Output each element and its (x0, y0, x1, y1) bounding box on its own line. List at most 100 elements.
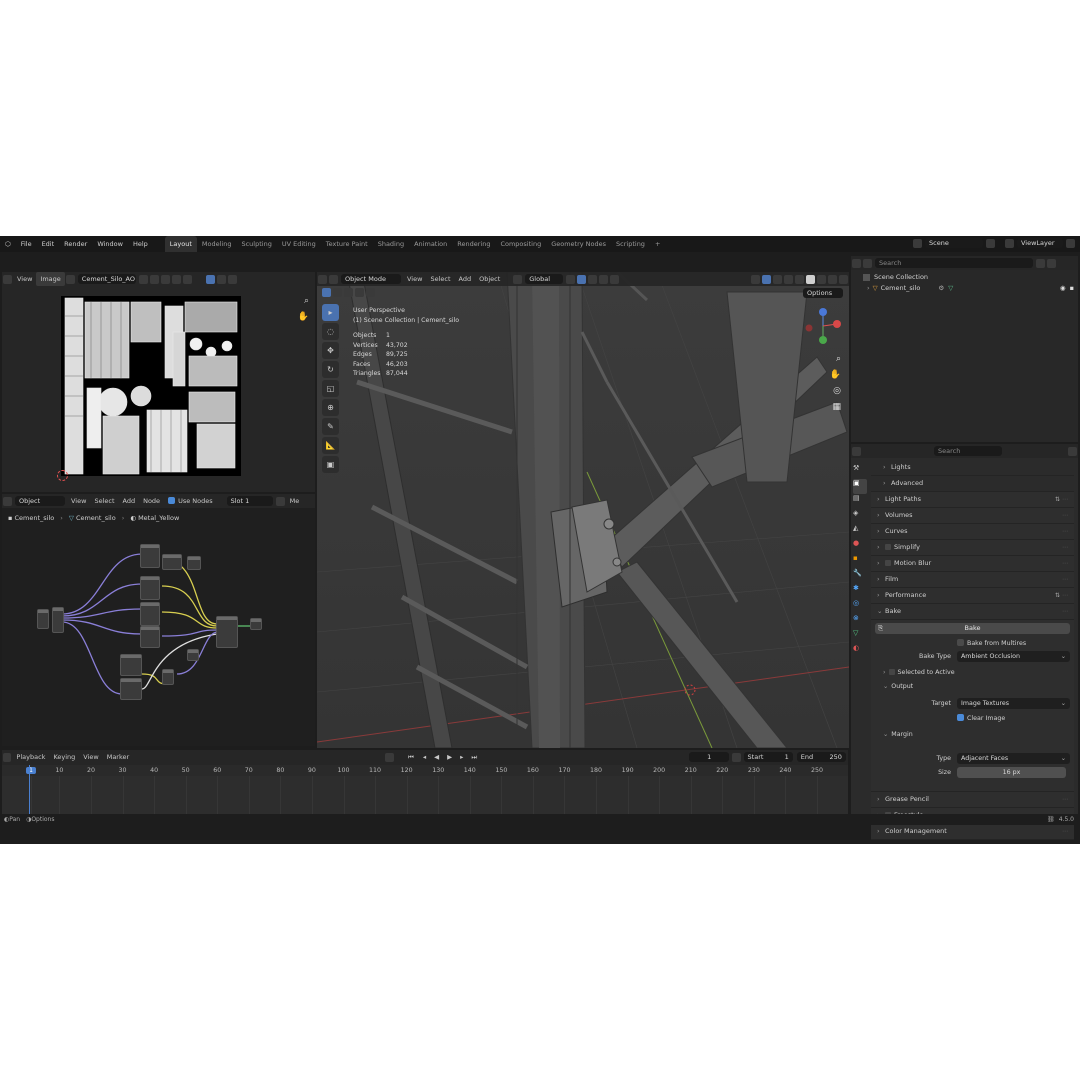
jump-start-icon[interactable]: ⏮ (404, 750, 419, 764)
viewport-add-menu[interactable]: Add (455, 272, 476, 286)
subsection-lights[interactable]: › Lights (871, 460, 1074, 476)
menu-help[interactable]: Help (128, 236, 153, 252)
node-image-1[interactable] (140, 544, 160, 568)
preview-range-icon[interactable] (732, 752, 741, 762)
proportional-falloff-icon[interactable] (610, 274, 620, 284)
add-cube-tool-icon[interactable]: ▣ (322, 456, 339, 473)
overlay-icon[interactable] (227, 274, 237, 284)
gizmo-icon[interactable] (762, 274, 771, 284)
new-collection-icon[interactable] (1047, 258, 1056, 268)
node-principled-bsdf[interactable] (216, 616, 238, 648)
end-frame-field[interactable]: End 250 (796, 752, 846, 762)
node-add-menu[interactable]: Add (119, 494, 140, 508)
image-view-menu[interactable]: View (13, 272, 36, 286)
transform-tool-icon[interactable]: ⊕ (322, 399, 339, 416)
tab-sculpting[interactable]: Sculpting (236, 236, 276, 252)
menu-window[interactable]: Window (92, 236, 128, 252)
current-frame-field[interactable]: 1 (689, 752, 730, 762)
pan-view-icon[interactable]: ✋ (830, 370, 841, 380)
marker-menu[interactable]: Marker (103, 750, 133, 764)
timeline-type-icon[interactable] (3, 752, 12, 762)
outliner-search-input[interactable]: Search (875, 258, 1033, 268)
tool-tab-icon[interactable]: ⚒ (853, 464, 867, 479)
tweak-tool-icon[interactable]: ▸ (322, 304, 339, 321)
fake-user-icon[interactable] (138, 274, 148, 284)
use-nodes-checkbox[interactable]: Use Nodes (164, 494, 217, 508)
snap-target-icon[interactable] (588, 274, 598, 284)
output-section[interactable]: ⌄ Output (883, 683, 913, 690)
editor-type-icon[interactable] (3, 274, 12, 284)
shader-editor-type-icon[interactable] (3, 496, 12, 506)
tab-rendering[interactable]: Rendering (452, 236, 495, 252)
shading-rendered-icon[interactable] (828, 274, 837, 284)
margin-type-dropdown[interactable]: Adjacent Faces ⌄ (957, 753, 1070, 764)
node-view-menu[interactable]: View (67, 494, 90, 508)
shading-wireframe-icon[interactable] (795, 274, 804, 284)
properties-options-icon[interactable] (1068, 446, 1077, 456)
section-bake[interactable]: ⌄ Bake ⋯ (871, 604, 1074, 620)
unlink-image-icon[interactable] (171, 274, 181, 284)
play-icon[interactable]: ▶ (443, 750, 456, 764)
node-image-2[interactable] (162, 554, 182, 570)
material-tab-icon[interactable]: ◐ (853, 644, 867, 659)
select-invert-icon[interactable] (355, 288, 364, 297)
node-image-8[interactable] (120, 678, 142, 700)
bake-type-dropdown[interactable]: Ambient Occlusion ⌄ (957, 651, 1070, 662)
view-layer-new-icon[interactable] (1066, 238, 1075, 248)
select-new-icon[interactable] (322, 288, 331, 297)
orientation-dropdown[interactable]: Global (525, 274, 564, 284)
scene-tab-icon[interactable]: ◭ (853, 524, 867, 539)
node-image-4[interactable] (140, 576, 160, 600)
section-grease-pencil[interactable]: › Grease Pencil ⋯ (871, 792, 1074, 808)
visibility-eye-icon[interactable]: ◉ (1060, 284, 1066, 292)
add-workspace-button[interactable]: + (650, 236, 665, 252)
material-name-truncated[interactable]: Me (286, 494, 304, 508)
3d-viewport[interactable]: Object Mode View Select Add Object Globa… (317, 272, 849, 748)
shading-material-icon[interactable] (817, 274, 826, 284)
shading-solid-icon[interactable] (806, 274, 815, 284)
section-film[interactable]: › Film ⋯ (871, 572, 1074, 588)
blender-logo-icon[interactable]: ⬡ (0, 236, 16, 252)
tab-compositing[interactable]: Compositing (495, 236, 546, 252)
view-layer-field[interactable]: ViewLayer (1017, 238, 1063, 248)
tab-modeling[interactable]: Modeling (197, 236, 237, 252)
section-simplify[interactable]: › Simplify ⋯ (871, 540, 1074, 556)
overlays-icon[interactable] (773, 274, 782, 284)
zoom-icon[interactable]: ⌕ (304, 296, 309, 306)
viewport-select-menu[interactable]: Select (426, 272, 454, 286)
rotate-tool-icon[interactable]: ↻ (322, 361, 339, 378)
section-color-management[interactable]: › Color Management ⋯ (871, 824, 1074, 840)
xray-icon[interactable] (784, 274, 793, 284)
outliner-scene-collection[interactable]: Scene Collection (863, 273, 928, 281)
subsection-advanced[interactable]: › Advanced (871, 476, 1074, 492)
keying-menu[interactable]: Keying (49, 750, 79, 764)
properties-search-input[interactable]: Search (934, 446, 1002, 456)
select-subtract-icon[interactable] (344, 288, 353, 297)
next-keyframe-icon[interactable]: ▸ (456, 750, 467, 764)
margin-size-field[interactable]: 16 px (957, 767, 1066, 778)
select-intersect-icon[interactable] (366, 288, 375, 297)
section-light-paths[interactable]: › Light Paths ⇅ ⋯ (871, 492, 1074, 508)
node-node-menu[interactable]: Node (139, 494, 164, 508)
section-curves[interactable]: › Curves ⋯ (871, 524, 1074, 540)
slot-dropdown[interactable]: Slot 1 (226, 496, 273, 506)
object-tab-icon[interactable]: ▪ (853, 554, 867, 569)
properties-type-icon[interactable] (852, 446, 861, 456)
bake-from-multires-checkbox[interactable]: Bake from Multires (957, 639, 1026, 647)
render-tab-icon[interactable]: ▣ (853, 479, 867, 494)
output-tab-icon[interactable]: ▤ (853, 494, 867, 509)
display-channels-icon[interactable] (216, 274, 226, 284)
tab-uv-editing[interactable]: UV Editing (277, 236, 321, 252)
options-dropdown[interactable]: Options (803, 288, 843, 298)
visibility-icon[interactable] (751, 274, 760, 284)
node-image-5[interactable] (140, 602, 160, 626)
margin-section[interactable]: ⌄ Margin (883, 731, 913, 738)
viewport-view-menu[interactable]: View (403, 272, 426, 286)
menu-file[interactable]: File (16, 236, 37, 252)
open-image-icon[interactable] (160, 274, 170, 284)
display-mode-icon[interactable] (863, 258, 872, 268)
node-normal-map[interactable] (187, 649, 199, 661)
snap-icon[interactable] (577, 274, 587, 284)
bake-button[interactable]: ⎘ Bake (875, 623, 1070, 634)
filter-icon[interactable] (1036, 258, 1045, 268)
